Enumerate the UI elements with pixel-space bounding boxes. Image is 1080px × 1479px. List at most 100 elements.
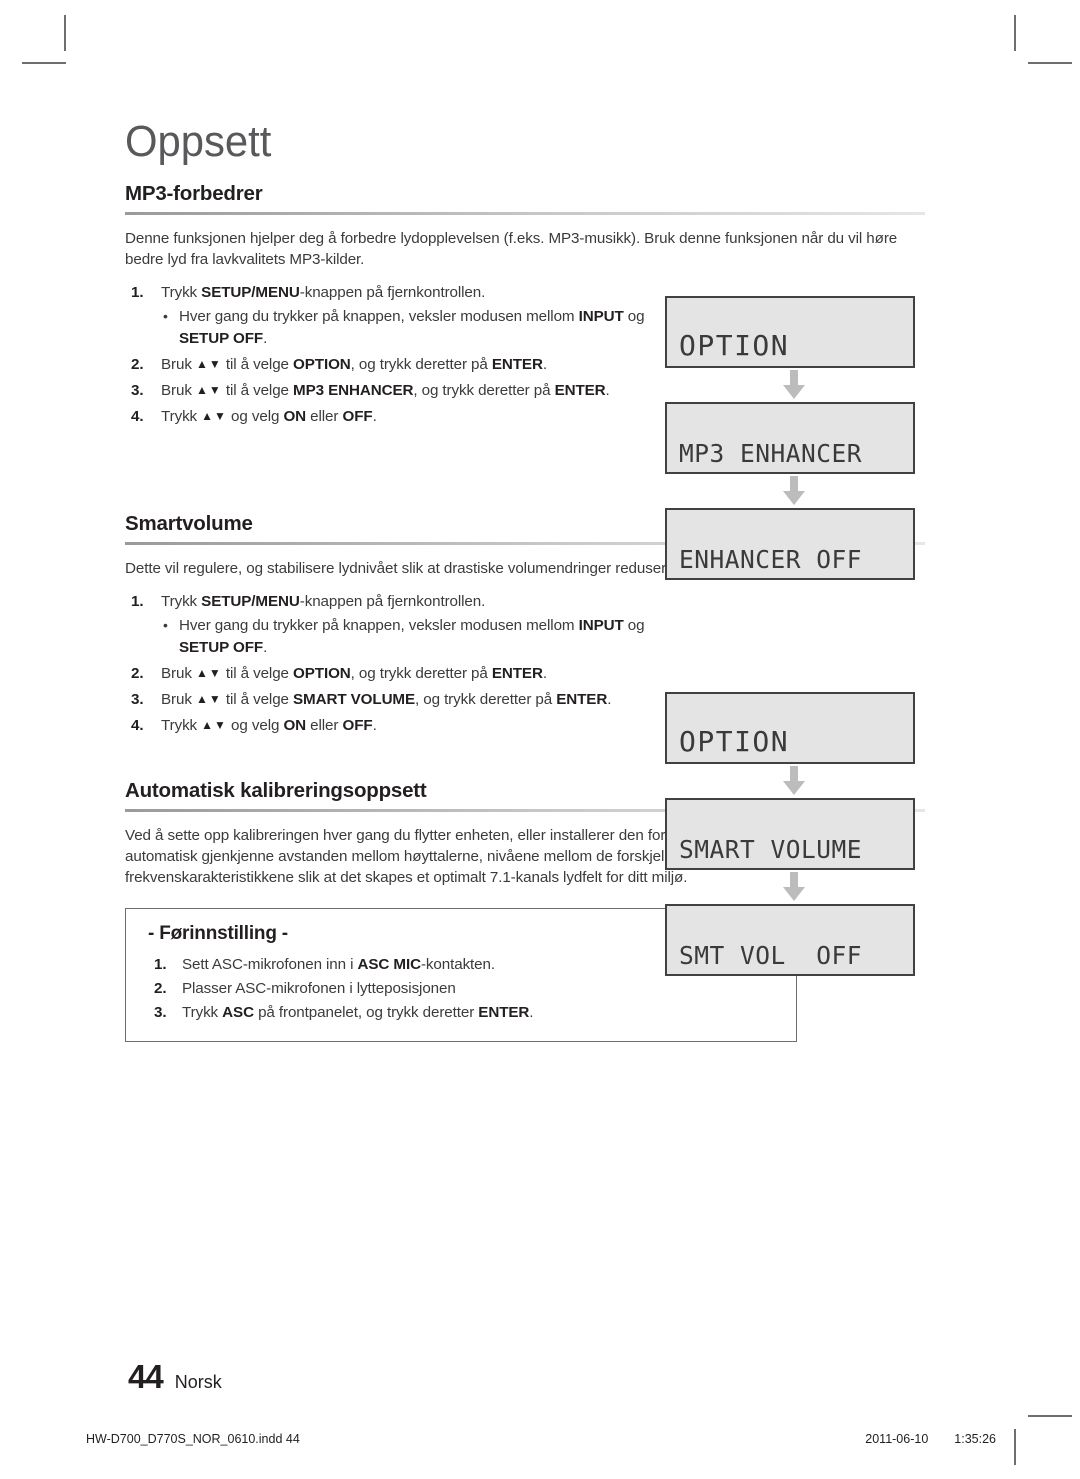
sub-note-bold-input: INPUT [578,308,624,325]
sub-note-item: Hver gang du trykker på knappen, veksler… [161,305,645,350]
step-text-pre: Trykk [161,408,202,425]
sub-note-post: . [263,639,268,656]
page-number: 44 [128,1358,164,1395]
step-text-mid2: eller [306,408,343,425]
up-down-arrows-icon: ▲▼ [195,383,222,397]
step-text-mid1: og velg [226,717,284,734]
led-display-panel: SMART VOLUME [665,798,915,870]
led-display-stack-mp3-enhancer: OPTION MP3 ENHANCER ENHANCER OFF [665,296,923,580]
chapter-title: Oppsett [125,117,272,166]
step-text-mid1: og velg [226,408,284,425]
step-text-post: . [529,1004,534,1021]
led-display-text: SMT VOL OFF [679,941,863,970]
up-down-arrows-icon: ▲▼ [201,718,227,732]
step-text-mid2: eller [306,717,343,734]
section-paragraph: Denne funksjonen hjelper deg å forbedre … [125,230,898,268]
sub-note-pre: Hver gang du trykker på knappen, veksler… [179,617,579,634]
print-footer-timestamp: 2011-06-10 1:35:26 [865,1432,996,1446]
step-text-bold1: ON [283,717,307,734]
led-display-panel: ENHANCER OFF [665,508,915,580]
step-list: 1. Trykk SETUP/MENU-knappen på fjernkontr… [125,591,645,737]
preset-step-item: 2. Plasser ASC-mikrofonen i lytteposisjon… [148,977,774,1001]
arrow-down-icon [665,870,923,904]
step-text-mid2: , og trykk deretter på [413,382,555,399]
step-number: 1. [131,593,144,610]
step-item: 4. Trykk ▲▼ og velg ON eller OFF. [125,715,645,737]
step-number: 4. [131,717,144,734]
sub-note-bold-input: INPUT [578,617,624,634]
step-text-mid2: på frontpanelet, og trykk deretter [253,1004,479,1021]
led-display-text: ENHANCER OFF [679,545,863,574]
step-text-pre: Bruk [161,382,196,399]
led-display-panel: SMT VOL OFF [665,904,915,976]
step-number: 2. [154,980,167,997]
step-number: 1. [131,284,144,301]
print-footer-date: 2011-06-10 [865,1432,929,1446]
step-text-bold1: OPTION [293,356,351,373]
step-number: 3. [131,691,144,708]
arrow-down-icon [665,368,923,402]
manual-page: Oppsett MP3-forbedrer Denne funksjonen h… [0,0,1080,1479]
led-display-panel: OPTION [665,692,915,764]
crop-mark-top-right-horizontal [1028,62,1072,64]
step-text-bold2: OFF [342,408,373,425]
step-text-pre: Bruk [161,665,196,682]
step-text-bold1: ASC [222,1004,254,1021]
page-footer: 44 Norsk [128,1358,222,1396]
step-text-mid1: til å velge [221,665,294,682]
step-text-pre: Trykk [161,717,202,734]
step-text-mid1: til å velge [221,691,294,708]
step-text-bold2: ENTER [554,382,606,399]
step-text-mid1: til å velge [221,356,294,373]
step-text-bold1: MP3 ENHANCER [293,382,414,399]
step-text-bold1: ON [283,408,307,425]
step-text-post: . [372,408,377,425]
sub-note-post: . [263,330,268,347]
step-text-pre: Plasser ASC-mikrofonen i lytteposisjonen [182,980,456,997]
step-item: 3. Bruk ▲▼ til å velge SMART VOLUME, og t… [125,689,645,711]
section-rule [125,212,925,215]
step-text-pre: Bruk [161,691,196,708]
step-text-bold1: SMART VOLUME [293,691,416,708]
arrow-down-icon [665,764,923,798]
step-list: 1. Trykk SETUP/MENU-knappen på fjernkontr… [125,282,645,428]
step-number: 4. [131,408,144,425]
step-text-bold: SETUP/MENU [201,284,300,301]
step-text-mid2: , og trykk deretter på [415,691,557,708]
step-number: 2. [131,356,144,373]
arrow-down-icon [665,474,923,508]
sub-note-mid: og [623,617,645,634]
step-text-post: -knappen på fjernkontrollen. [299,593,486,610]
crop-mark-bottom-right-horizontal [1028,1415,1072,1417]
step-item: 3. Bruk ▲▼ til å velge MP3 ENHANCER, og t… [125,380,645,402]
step-text-post: . [605,382,610,399]
led-display-text: OPTION [679,329,790,362]
page-language: Norsk [174,1372,222,1392]
led-display-panel: OPTION [665,296,915,368]
print-footer-filename: HW-D700_D770S_NOR_0610.indd 44 [86,1432,300,1446]
step-text-post: -kontakten. [420,956,495,973]
step-number: 2. [131,665,144,682]
step-text-mid2: , og trykk deretter på [350,665,492,682]
step-number: 3. [131,382,144,399]
step-text-bold: ASC MIC [357,956,422,973]
print-footer-time: 1:35:26 [954,1432,996,1446]
step-text-pre: Sett ASC-mikrofonen inn i [182,956,358,973]
crop-mark-top-left-horizontal [22,62,66,64]
sub-note-list: Hver gang du trykker på knappen, veksler… [161,614,645,659]
step-number: 1. [154,956,167,973]
section-heading: MP3-forbedrer [125,182,263,205]
sub-note-bold-setupoff: SETUP OFF [179,639,264,656]
step-text-bold2: ENTER [556,691,608,708]
step-text-mid2: , og trykk deretter på [350,356,492,373]
step-item: 4. Trykk ▲▼ og velg ON eller OFF. [125,406,645,428]
sub-note-list: Hver gang du trykker på knappen, veksler… [161,305,645,350]
step-text-pre: Bruk [161,356,196,373]
step-text-bold2: ENTER [478,1004,530,1021]
step-text-pre: Trykk [161,284,202,301]
step-item: 2. Bruk ▲▼ til å velge OPTION, og trykk d… [125,354,645,376]
step-text-post: . [542,356,547,373]
step-item: 1. Trykk SETUP/MENU-knappen på fjernkontr… [125,282,645,350]
led-display-text: MP3 ENHANCER [679,439,863,468]
crop-mark-top-left-vertical [64,15,66,51]
